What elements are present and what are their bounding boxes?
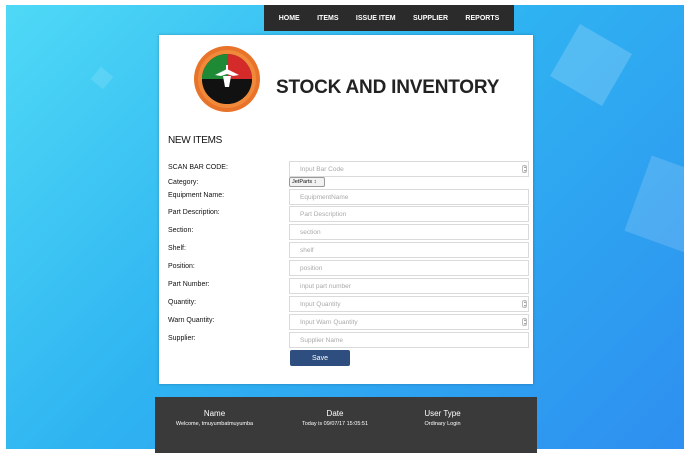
field-label: Warn Quantity: xyxy=(168,317,215,324)
footer-name-column: Name Welcome, tmuyumbatmuyumba xyxy=(167,409,262,427)
nav-items[interactable]: ITEMS xyxy=(317,15,338,22)
form-row-equipment-name: Equipment Name: xyxy=(168,189,529,206)
warn-quantity-input[interactable] xyxy=(289,314,529,330)
section-title: NEW ITEMS xyxy=(168,135,222,146)
field-label: Shelf: xyxy=(168,245,186,252)
form-row-part-number: Part Number: xyxy=(168,278,529,295)
nav-supplier[interactable]: SUPPLIER xyxy=(413,15,448,22)
save-button[interactable]: Save xyxy=(290,350,350,366)
brand-title: STOCK AND INVENTORY xyxy=(276,77,500,98)
footer-date-value: Today is 09/07/17 15:05:51 xyxy=(301,421,369,427)
footer-date-column: Date Today is 09/07/17 15:05:51 xyxy=(290,409,380,427)
position-input[interactable] xyxy=(289,260,529,276)
form-row-shelf: Shelf: xyxy=(168,242,529,259)
part-description-input[interactable] xyxy=(289,206,529,222)
category-select-value: JetParts xyxy=(292,179,313,185)
field-label: Quantity: xyxy=(168,299,197,306)
chevron-updown-icon: ↕ xyxy=(313,179,317,185)
field-label: Equipment Name: xyxy=(168,192,225,199)
barcode-input[interactable] xyxy=(289,161,529,177)
field-label: Category: xyxy=(168,179,199,186)
supplier-input[interactable] xyxy=(289,332,529,348)
stepper-icon[interactable] xyxy=(522,165,527,173)
field-label: Part Description: xyxy=(168,209,220,216)
decorative-square xyxy=(90,66,114,90)
field-label: Section: xyxy=(168,227,194,234)
section-input[interactable] xyxy=(289,224,529,240)
form-row-quantity: Quantity: xyxy=(168,296,529,313)
decorative-square xyxy=(550,24,632,106)
stepper-icon[interactable] xyxy=(522,300,527,308)
decorative-square xyxy=(624,155,684,255)
form-row-warn-quantity: Warn Quantity: xyxy=(168,314,529,331)
footer-name-header: Name xyxy=(203,409,226,418)
field-label: Supplier: xyxy=(168,335,196,342)
coat-of-arms-logo-icon xyxy=(194,46,260,112)
footer-usertype-header: User Type xyxy=(424,409,461,418)
top-navigation: HOME ITEMS ISSUE ITEM SUPPLIER REPORTS xyxy=(264,5,514,31)
footer-date-header: Date xyxy=(326,409,344,418)
form-card: STOCK AND INVENTORY NEW ITEMS SCAN BAR C… xyxy=(159,35,533,384)
part-number-input[interactable] xyxy=(289,278,529,294)
footer-usertype-column: User Type Ordinary Login xyxy=(400,409,485,427)
form-row-section: Section: xyxy=(168,224,529,241)
field-label: Part Number: xyxy=(168,281,210,288)
footer: Name Welcome, tmuyumbatmuyumba Date Toda… xyxy=(155,397,537,453)
form-row-supplier: Supplier: xyxy=(168,332,529,349)
quantity-input[interactable] xyxy=(289,296,529,312)
field-label: SCAN BAR CODE: xyxy=(168,164,228,171)
footer-name-value: Welcome, tmuyumbatmuyumba xyxy=(175,421,254,427)
category-select[interactable]: JetParts ↕ xyxy=(289,177,325,187)
nav-reports[interactable]: REPORTS xyxy=(465,15,499,22)
footer-usertype-value: Ordinary Login xyxy=(424,421,461,427)
shelf-input[interactable] xyxy=(289,242,529,258)
nav-issue-item[interactable]: ISSUE ITEM xyxy=(356,15,396,22)
equipment-name-input[interactable] xyxy=(289,189,529,205)
nav-home[interactable]: HOME xyxy=(279,15,300,22)
stepper-icon[interactable] xyxy=(522,318,527,326)
field-label: Position: xyxy=(168,263,195,270)
form-row-part-description: Part Description: xyxy=(168,206,529,223)
form-row-position: Position: xyxy=(168,260,529,277)
